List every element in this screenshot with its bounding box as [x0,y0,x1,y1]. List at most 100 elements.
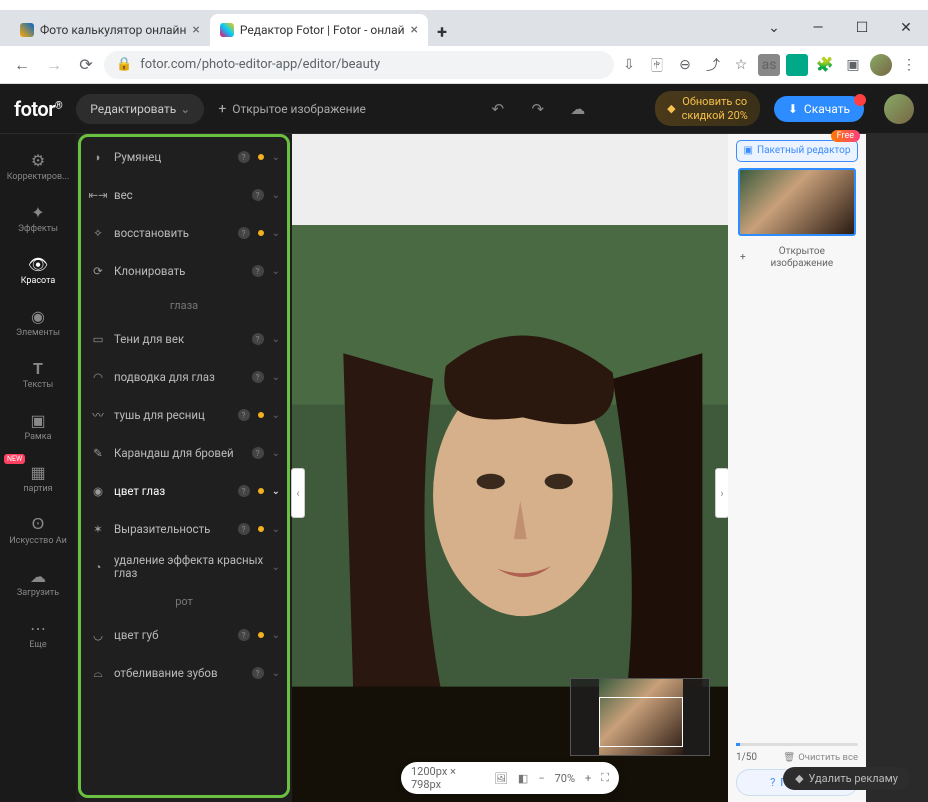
collapse-left-handle[interactable]: ‹ [291,468,305,518]
tool-weight[interactable]: ⇤⇥вес?⌄ [76,176,292,214]
rail-beauty[interactable]: 👁Красота [0,244,76,296]
help-icon[interactable]: ? [238,409,250,421]
rail-elements[interactable]: ◉Элементы [0,296,76,348]
tool-teeth-whiten[interactable]: ⌓отбеливание зубов?⌄ [76,654,292,692]
canvas-image[interactable] [292,225,728,802]
batch-editor-button[interactable]: ▣Пакетный редактор [736,140,858,162]
help-icon[interactable]: ? [252,667,264,679]
lock-icon: 🔒 [116,57,132,72]
tab-title: Редактор Fotor | Fotor - онлай [240,23,405,37]
undo-icon[interactable]: ↶ [485,100,511,118]
chevron-down-icon: ⌄ [272,562,280,573]
tool-eye-color[interactable]: ◉цвет глаз?⌄ [76,472,292,510]
close-tab-icon[interactable]: × [192,22,199,38]
shapes-icon: ◉ [31,307,45,326]
browser-tab-active[interactable]: Редактор Fotor | Fotor - онлай × [210,14,428,46]
extension-lastfm-icon[interactable]: as [758,54,780,76]
upgrade-button[interactable]: ◆ Обновить соскидкой 20% [655,91,760,125]
menu-icon[interactable]: ⋮ [898,54,920,76]
compare-icon[interactable]: ◧ [518,772,528,785]
remove-ads-button[interactable]: ◆Удалить рекламу [783,767,910,790]
help-icon[interactable]: ? [252,333,264,345]
close-window-icon[interactable]: ✕ [884,13,928,43]
image-icon[interactable]: 🖼 [494,772,508,785]
minimize-icon[interactable]: ― [796,13,840,43]
forward-button[interactable]: → [40,51,68,79]
help-icon[interactable]: ? [252,371,264,383]
cloud-upload-icon: ☁ [30,567,46,586]
tool-brow-pencil[interactable]: ✎Карандаш для бровей?⌄ [76,434,292,472]
fotor-logo[interactable]: fotor® [14,97,62,121]
rail-text[interactable]: TТексты [0,348,76,400]
open-image-button[interactable]: +Открытое изображение [218,101,366,117]
tool-blush[interactable]: ◗Румянец?⌄ [76,138,292,176]
translate-icon[interactable]: 🀄︎ [646,54,668,76]
tool-eyeliner[interactable]: ◠подводка для глаз?⌄ [76,358,292,396]
back-button[interactable]: ← [8,51,36,79]
navigator-viewport[interactable] [599,697,683,747]
rail-more[interactable]: ⋯Еще [0,608,76,660]
zoom-icon[interactable]: ⊖ [674,54,696,76]
download-icon: ⬇ [788,102,798,116]
fullscreen-icon[interactable]: ⛶ [601,771,609,785]
diamond-icon: ◆ [667,102,675,115]
image-count: 1/50 [736,752,757,763]
rail-adjust[interactable]: ⚙Корректиров... [0,140,76,192]
rail-upload[interactable]: ☁Загрузить [0,556,76,608]
user-avatar[interactable] [884,94,914,124]
tool-mascara[interactable]: 〰тушь для ресниц?⌄ [76,396,292,434]
reload-button[interactable]: ⟳ [72,51,100,79]
new-tab-button[interactable]: + [428,18,456,46]
browser-tab[interactable]: Фото калькулятор онлайн × [10,14,210,46]
premium-dot-icon [258,632,264,638]
rail-party[interactable]: NEW▦партия [0,452,76,504]
zoom-out-button[interactable]: − [538,772,544,785]
chevron-down-icon[interactable]: ⌄ [752,13,796,43]
image-thumbnail[interactable] [738,168,856,236]
zoom-in-button[interactable]: + [585,772,591,785]
zoom-percent: 70% [555,772,575,785]
navigator[interactable] [570,678,710,756]
cloud-icon[interactable]: ☁ [565,100,591,118]
redo-icon[interactable]: ↷ [525,100,551,118]
install-app-icon[interactable]: ⇩ [618,54,640,76]
close-tab-icon[interactable]: × [411,22,418,38]
bookmark-icon[interactable]: ☆ [730,54,752,76]
chevron-down-icon: ⌄ [272,410,280,421]
open-image-slot[interactable]: +Открытое изображение [736,242,858,274]
help-icon[interactable]: ? [252,265,264,277]
tool-eyeshadow[interactable]: ▭Тени для век?⌄ [76,320,292,358]
share-icon[interactable]: ⤴ [702,54,724,76]
tool-lip-color[interactable]: ◡цвет губ?⌄ [76,616,292,654]
help-icon[interactable]: ? [252,447,264,459]
profile-avatar[interactable] [870,54,892,76]
tool-clone[interactable]: ⟳Клонировать?⌄ [76,252,292,290]
extension-green-icon[interactable] [786,54,808,76]
canvas-padding [292,134,728,225]
help-icon[interactable]: ? [238,485,250,497]
collapse-right-handle[interactable]: › [715,468,729,518]
help-icon[interactable]: ? [238,523,250,535]
address-bar[interactable]: 🔒 fotor.com/photo-editor-app/editor/beau… [104,51,614,79]
edit-dropdown[interactable]: Редактировать⌄ [76,94,204,124]
tool-red-eye[interactable]: ◔удаление эффекта красных глаз⌄ [76,548,292,586]
help-icon[interactable]: ? [238,227,250,239]
app-header: fotor® Редактировать⌄ +Открытое изображе… [0,84,928,134]
premium-dot-icon [258,154,264,160]
tool-expressiveness[interactable]: ✶Выразительность?⌄ [76,510,292,548]
rail-frame[interactable]: ▣Рамка [0,400,76,452]
extensions-icon[interactable]: 🧩 [814,54,836,76]
side-panel-icon[interactable]: ▣ [842,54,864,76]
tool-restore[interactable]: ✧восстановить?⌄ [76,214,292,252]
zoom-toolbar: 1200px × 798px 🖼 ◧ − 70% + ⛶ [401,762,619,794]
clear-all-button[interactable]: 🗑Очистить все [783,752,858,763]
download-button[interactable]: ⬇ Скачать [774,96,864,122]
help-icon[interactable]: ? [238,151,250,163]
clone-icon: ⟳ [90,263,106,279]
rail-effects[interactable]: ✦Эффекты [0,192,76,244]
maximize-icon[interactable]: ☐ [840,13,884,43]
help-icon[interactable]: ? [252,189,264,201]
rail-ai[interactable]: ʘИскусство Аи [0,504,76,556]
collage-icon: ▦ [30,463,45,482]
help-icon[interactable]: ? [238,629,250,641]
